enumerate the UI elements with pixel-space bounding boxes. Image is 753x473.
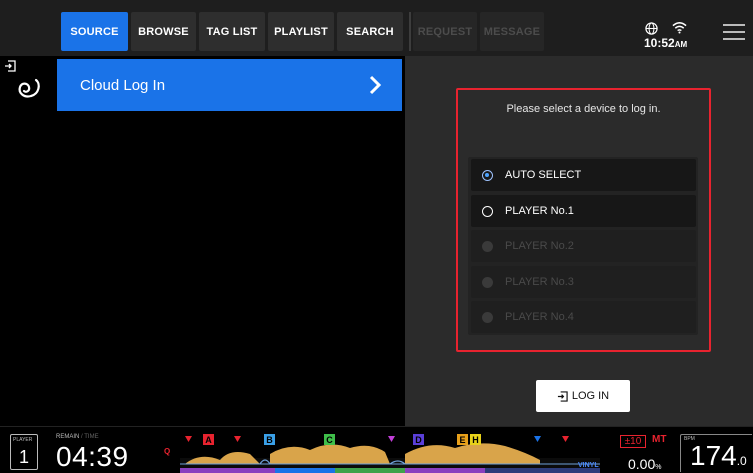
- tab-browse[interactable]: BROWSE: [131, 12, 196, 51]
- master-tempo-indicator: MT: [652, 434, 667, 445]
- radio-disabled-icon: [482, 240, 493, 252]
- cue-markers: [185, 436, 569, 442]
- tab-tag-list[interactable]: TAG LIST: [199, 12, 265, 51]
- pitch-unit: %: [655, 464, 662, 471]
- option-auto-select[interactable]: AUTO SELECT: [471, 159, 696, 191]
- cloud-log-in-label: Cloud Log In: [80, 76, 166, 94]
- login-prompt: Please select a device to log in.: [506, 103, 661, 115]
- quantize-indicator: Q: [164, 447, 171, 456]
- option-label: AUTO SELECT: [505, 169, 582, 181]
- remain-label: REMAIN: [56, 434, 80, 440]
- radio-disabled-icon: [482, 276, 493, 288]
- wifi-icon: [672, 22, 687, 34]
- option-label: PLAYER No.2: [505, 240, 574, 252]
- svg-text:D: D: [415, 435, 422, 445]
- top-navigation-bar: SOURCE BROWSE TAG LIST PLAYLIST SEARCH R…: [0, 0, 753, 56]
- remain-time-label: REMAIN / TIME: [56, 434, 99, 440]
- tab-request: REQUEST: [413, 12, 477, 51]
- option-label: PLAYER No.4: [505, 311, 574, 323]
- bpm-decimal: .0: [736, 454, 747, 468]
- option-player-4: PLAYER No.4: [471, 301, 696, 333]
- option-label: PLAYER No.3: [505, 276, 574, 288]
- tempo-range-badge: ±10: [620, 435, 646, 448]
- clock: 10:52AM: [644, 36, 687, 50]
- svg-text:H: H: [472, 435, 479, 445]
- radio-selected-icon: [482, 169, 493, 181]
- tab-search[interactable]: SEARCH: [337, 12, 403, 51]
- remain-time: 04:39: [56, 441, 129, 472]
- radio-disabled-icon: [482, 311, 493, 323]
- option-player-2: PLAYER No.2: [471, 230, 696, 262]
- login-icon: [557, 390, 568, 402]
- svg-text:A: A: [205, 435, 212, 445]
- hot-cue-labels: A B C D E H: [203, 434, 481, 445]
- tab-playlist[interactable]: PLAYLIST: [268, 12, 334, 51]
- svg-text:C: C: [326, 435, 333, 445]
- log-in-button[interactable]: LOG IN: [536, 380, 630, 412]
- radio-icon: [482, 205, 493, 217]
- bpm-value: 174.0: [690, 440, 747, 472]
- time-label: TIME: [84, 434, 99, 440]
- pitch-number: 0.00: [628, 456, 656, 472]
- player-number: 1: [19, 447, 30, 467]
- svg-text:E: E: [459, 435, 465, 445]
- cloud-logo-icon: [18, 78, 40, 98]
- waveform-overview[interactable]: A B C D E H: [180, 430, 600, 473]
- option-player-1[interactable]: PLAYER No.1: [471, 195, 696, 227]
- source-icon-column: [0, 56, 57, 426]
- bpm-integer: 174: [690, 440, 737, 471]
- globe-icon: [645, 22, 658, 35]
- clock-ampm: AM: [674, 40, 688, 49]
- option-label: PLAYER No.1: [505, 205, 574, 217]
- tab-message: MESSAGE: [480, 12, 544, 51]
- cloud-log-in-item[interactable]: Cloud Log In: [57, 59, 402, 111]
- exit-icon[interactable]: [4, 60, 16, 72]
- option-player-3: PLAYER No.3: [471, 266, 696, 298]
- svg-text:B: B: [266, 435, 273, 445]
- clock-time: 10:52: [644, 36, 675, 50]
- pitch-value: 0.00%: [628, 456, 661, 472]
- chevron-right-icon: [369, 75, 382, 95]
- tab-source[interactable]: SOURCE: [61, 12, 128, 51]
- player-label: PLAYER: [13, 437, 33, 443]
- vinyl-mode-label: VINYL: [578, 462, 599, 469]
- menu-icon[interactable]: [723, 24, 745, 40]
- source-list-pane: [57, 111, 402, 425]
- tab-separator: [409, 12, 411, 51]
- log-in-label: LOG IN: [571, 390, 610, 402]
